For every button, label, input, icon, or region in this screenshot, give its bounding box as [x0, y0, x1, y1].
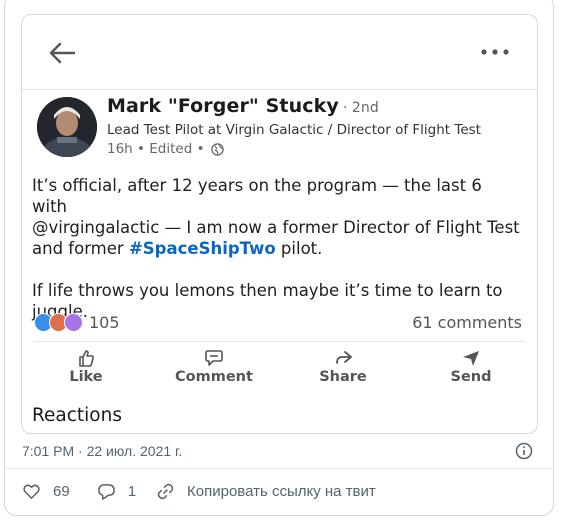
body-line: @virgingalactic — I am now a former Dire… [32, 218, 520, 237]
send-label: Send [450, 369, 492, 385]
body-line: and former [32, 239, 129, 258]
like-button[interactable]: Like [41, 348, 131, 385]
send-icon [463, 351, 479, 366]
send-button[interactable]: Send [426, 348, 516, 385]
back-arrow-icon[interactable] [46, 37, 78, 69]
share-button[interactable]: Share [298, 348, 388, 385]
reaction-count[interactable]: 105 [89, 313, 120, 332]
post-time-edited: 16h • Edited • [107, 141, 205, 157]
tweet-timestamp[interactable]: 7:01 PM · 22 июл. 2021 г. [22, 443, 182, 459]
post-top-bar [22, 15, 537, 90]
body-line: It’s official, after 12 years on the pro… [32, 176, 482, 216]
reaction-icons[interactable] [34, 312, 83, 332]
social-counts: 105 61 comments [34, 311, 522, 333]
comment-icon [205, 350, 223, 366]
post-paragraph-1: It’s official, after 12 years on the pro… [32, 175, 522, 259]
share-icon [336, 351, 352, 364]
share-label: Share [319, 369, 367, 385]
avatar[interactable] [37, 97, 97, 157]
post-actions: Like Comment Share Send [22, 348, 537, 396]
globe-icon [210, 142, 224, 156]
divider [5, 468, 552, 469]
reply-icon [97, 484, 115, 500]
divider [34, 341, 524, 342]
more-dots-icon[interactable] [479, 45, 511, 59]
heart-icon [23, 484, 40, 499]
hashtag-link[interactable]: #SpaceShipTwo [129, 239, 276, 258]
link-icon [157, 483, 174, 500]
reply-count: 1 [127, 483, 137, 500]
author-name[interactable]: Mark "Forger" Stucky · 2nd [107, 95, 379, 117]
info-icon[interactable] [515, 442, 533, 460]
tweet-actions: 69 1 Копировать ссылку на твит [22, 482, 376, 501]
comment-label: Comment [175, 369, 253, 385]
reactions-heading: Reactions [32, 405, 122, 426]
avatar-photo [37, 97, 97, 157]
copy-link-button[interactable]: Копировать ссылку на твит [156, 482, 376, 501]
author-name-text[interactable]: Mark "Forger" Stucky [107, 95, 339, 117]
like-icon [79, 350, 94, 367]
comment-button[interactable]: Comment [169, 348, 259, 385]
body-line: pilot. [275, 239, 323, 258]
connection-degree: · 2nd [342, 100, 379, 116]
author-headline: Lead Test Pilot at Virgin Galactic / Dir… [107, 122, 481, 138]
body-line: If life throws you lemons then maybe it’… [32, 281, 503, 300]
comment-count[interactable]: 61 comments [412, 313, 522, 332]
copy-link-label: Копировать ссылку на твит [187, 483, 376, 500]
like-label: Like [69, 369, 103, 385]
embedded-linkedin-post-screenshot[interactable]: Mark "Forger" Stucky · 2nd Lead Test Pilo… [21, 14, 538, 434]
post-meta: 16h • Edited • [107, 141, 224, 157]
like-tweet-button[interactable]: 69 [22, 482, 70, 501]
like-count: 69 [53, 483, 70, 500]
post-body: It’s official, after 12 years on the pro… [32, 175, 522, 322]
reply-button[interactable]: 1 [97, 482, 136, 501]
support-reaction-icon [64, 312, 83, 332]
